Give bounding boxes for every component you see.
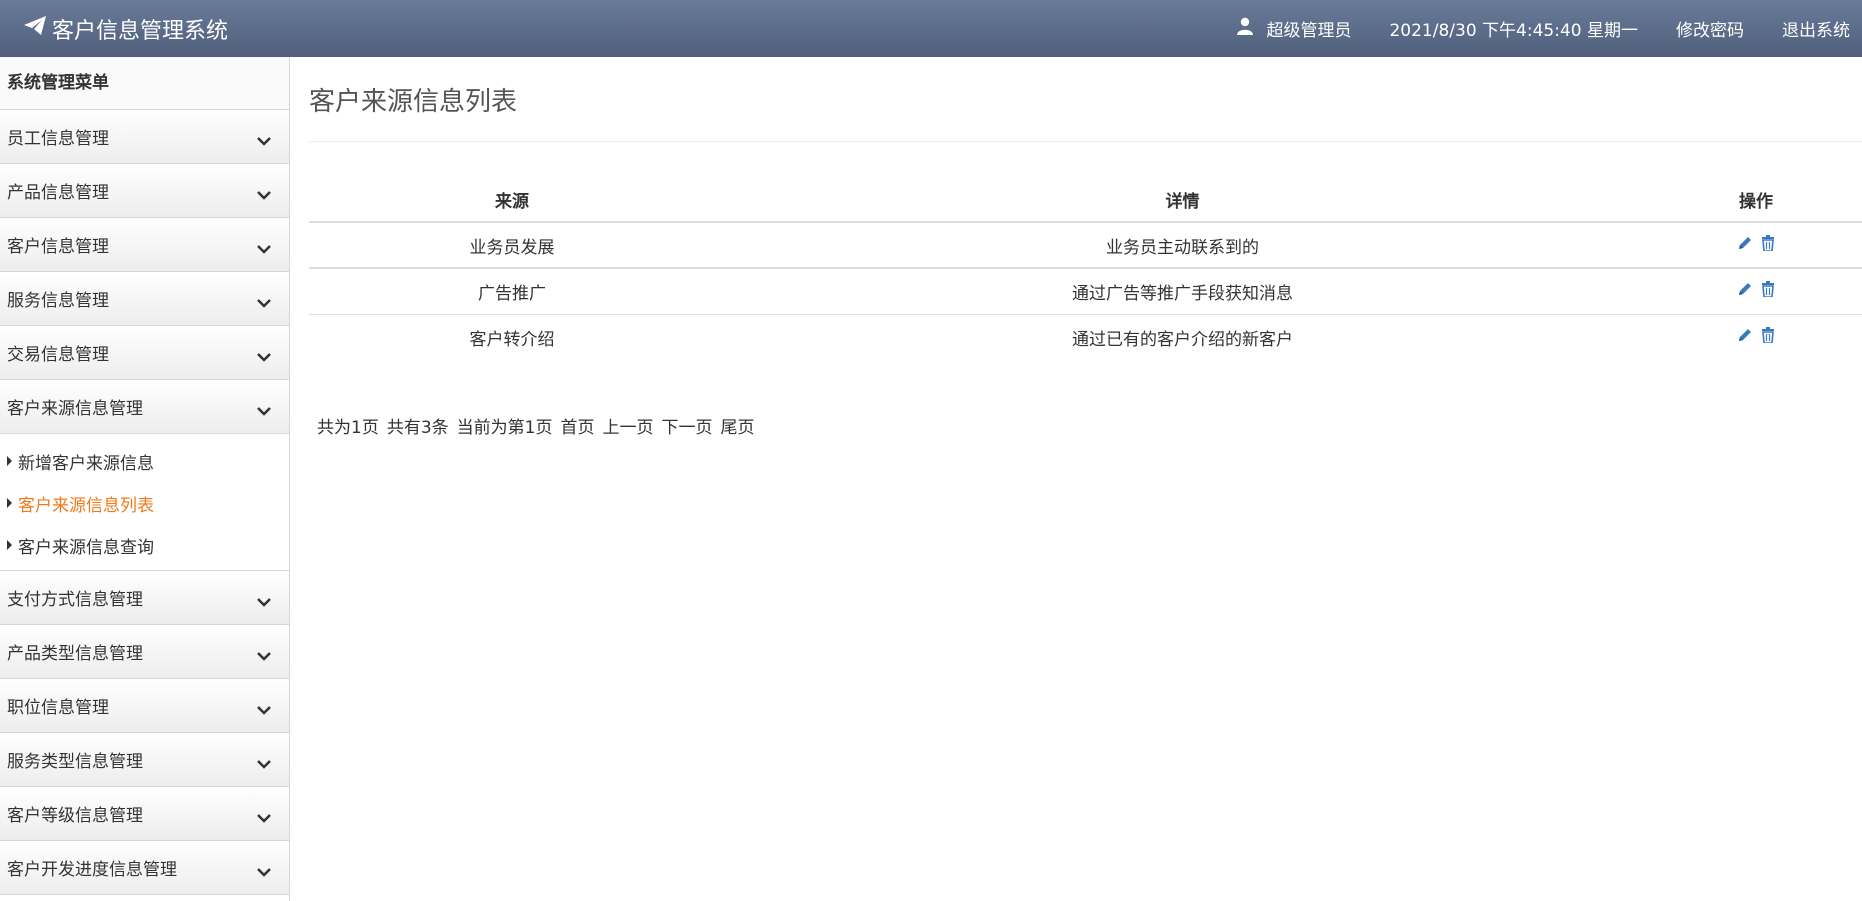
chevron-down-icon <box>257 131 271 151</box>
pencil-icon[interactable] <box>1737 235 1753 251</box>
pager-current-page: 当前为第1页 <box>456 418 553 438</box>
cell-detail: 通过广告等推广手段获知消息 <box>715 268 1650 315</box>
sidebar-item-employee[interactable]: 员工信息管理 <box>0 110 289 164</box>
pager-total-pages: 共为1页 <box>317 418 379 438</box>
table-header-row: 来源 详情 操作 <box>309 177 1862 223</box>
column-header-detail: 详情 <box>715 177 1650 223</box>
sidebar-item-customer[interactable]: 客户信息管理 <box>0 218 289 272</box>
chevron-down-icon <box>257 700 271 720</box>
cell-source: 业务员发展 <box>309 222 715 269</box>
sidebar-item-label: 交易信息管理 <box>7 345 109 365</box>
title-divider <box>309 141 1862 142</box>
cell-detail: 通过已有的客户介绍的新客户 <box>1072 329 1293 350</box>
cell-ops <box>1650 222 1862 269</box>
chevron-down-icon <box>257 401 271 421</box>
cell-source: 客户转介绍 <box>469 329 555 350</box>
sidebar-item-label: 服务信息管理 <box>7 291 109 311</box>
pager-last-link[interactable]: 尾页 <box>720 413 754 438</box>
user-name: 超级管理员 <box>1266 21 1352 41</box>
app-brand: 客户信息管理系统 <box>24 0 228 57</box>
logout-link[interactable]: 退出系统 <box>1782 16 1850 41</box>
sidebar-item-label: 支付方式信息管理 <box>7 590 143 610</box>
sidebar-item-product[interactable]: 产品信息管理 <box>0 164 289 218</box>
cell-detail: 业务员主动联系到的 <box>715 222 1650 269</box>
pager-total-records: 共有3条 <box>386 418 449 438</box>
chevron-down-icon <box>257 293 271 313</box>
cell-ops <box>1650 314 1862 360</box>
sidebar-title: 系统管理菜单 <box>0 57 289 110</box>
chevron-down-icon <box>257 185 271 205</box>
chevron-down-icon <box>257 646 271 666</box>
app-title: 客户信息管理系统 <box>52 18 229 44</box>
source-table: 来源 详情 操作 业务员发展 业务员主动联系到的 广告推广 通过广告等推广手段获… <box>309 177 1862 360</box>
customer-source-submenu: 新增客户来源信息 客户来源信息列表 客户来源信息查询 <box>0 434 289 571</box>
sidebar-item-dev-progress[interactable]: 客户开发进度信息管理 <box>0 841 289 895</box>
paper-plane-icon <box>24 15 52 42</box>
submenu-label: 客户来源信息查询 <box>18 537 154 558</box>
chevron-down-icon <box>257 239 271 259</box>
cell-ops <box>1650 268 1862 315</box>
user-icon <box>1236 17 1266 40</box>
pager-next-link[interactable]: 下一页 <box>661 413 712 438</box>
sidebar-item-label: 员工信息管理 <box>7 129 109 149</box>
sidebar-item-label: 客户信息管理 <box>7 237 109 257</box>
chevron-down-icon <box>257 592 271 612</box>
sidebar-item-label: 产品信息管理 <box>7 183 109 203</box>
caret-right-icon <box>7 498 12 508</box>
pager-prev-link[interactable]: 上一页 <box>602 413 653 438</box>
caret-right-icon <box>7 540 12 550</box>
sidebar-item-product-type[interactable]: 产品类型信息管理 <box>0 625 289 679</box>
submenu-label: 客户来源信息列表 <box>18 495 154 516</box>
sidebar-item-position[interactable]: 职位信息管理 <box>0 679 289 733</box>
current-user: 超级管理员 <box>1236 16 1351 41</box>
trash-icon[interactable] <box>1761 280 1775 297</box>
top-header: 客户信息管理系统 超级管理员 2021/8/30 下午4:45:40 星期一 修… <box>0 0 1862 57</box>
sidebar-item-customer-source[interactable]: 客户来源信息管理 <box>0 380 289 434</box>
chevron-down-icon <box>257 808 271 828</box>
sidebar-item-label: 客户开发进度信息管理 <box>7 860 177 880</box>
table-row: 广告推广 通过广告等推广手段获知消息 <box>309 268 1862 315</box>
submenu-label: 新增客户来源信息 <box>18 453 154 474</box>
page-title: 客户来源信息列表 <box>309 87 518 117</box>
table-row: 客户转介绍 通过已有的客户介绍的新客户 <box>309 314 1862 360</box>
cell-source: 广告推广 <box>309 268 715 315</box>
chevron-down-icon <box>257 347 271 367</box>
table-row: 业务员发展 业务员主动联系到的 <box>309 222 1862 269</box>
pencil-icon[interactable] <box>1737 281 1753 297</box>
chevron-down-icon <box>257 862 271 882</box>
main-content: 客户来源信息列表 来源 详情 操作 业务员发展 业务员主动联系到的 广告推广 通… <box>309 57 1862 901</box>
pager-first-link[interactable]: 首页 <box>560 413 594 438</box>
sidebar-item-service[interactable]: 服务信息管理 <box>0 272 289 326</box>
sidebar-item-label: 职位信息管理 <box>7 698 109 718</box>
submenu-source-list[interactable]: 客户来源信息列表 <box>0 482 289 524</box>
header-actions: 超级管理员 2021/8/30 下午4:45:40 星期一 修改密码 退出系统 <box>1236 0 1862 57</box>
pencil-icon[interactable] <box>1737 327 1753 343</box>
submenu-add-source[interactable]: 新增客户来源信息 <box>0 440 289 482</box>
pagination: 共为1页 共有3条 当前为第1页 首页 上一页 下一页 尾页 <box>317 413 754 438</box>
sidebar-item-label: 产品类型信息管理 <box>7 644 143 664</box>
sidebar-item-payment-method[interactable]: 支付方式信息管理 <box>0 571 289 625</box>
sidebar-item-label: 服务类型信息管理 <box>7 752 143 772</box>
caret-right-icon <box>7 456 12 466</box>
sidebar-item-transaction[interactable]: 交易信息管理 <box>0 326 289 380</box>
trash-icon[interactable] <box>1761 326 1775 343</box>
sidebar-item-service-type[interactable]: 服务类型信息管理 <box>0 733 289 787</box>
change-password-link[interactable]: 修改密码 <box>1676 16 1744 41</box>
trash-icon[interactable] <box>1761 234 1775 251</box>
sidebar-item-customer-level[interactable]: 客户等级信息管理 <box>0 787 289 841</box>
sidebar-item-label: 客户来源信息管理 <box>7 399 143 419</box>
chevron-down-icon <box>257 754 271 774</box>
sidebar-item-label: 客户等级信息管理 <box>7 806 143 826</box>
column-header-source: 来源 <box>309 177 715 223</box>
column-header-ops: 操作 <box>1650 177 1862 223</box>
submenu-source-query[interactable]: 客户来源信息查询 <box>0 524 289 566</box>
header-datetime: 2021/8/30 下午4:45:40 星期一 <box>1389 21 1638 41</box>
sidebar: 系统管理菜单 员工信息管理 产品信息管理 客户信息管理 服务信息管理 交易信息管… <box>0 57 290 901</box>
